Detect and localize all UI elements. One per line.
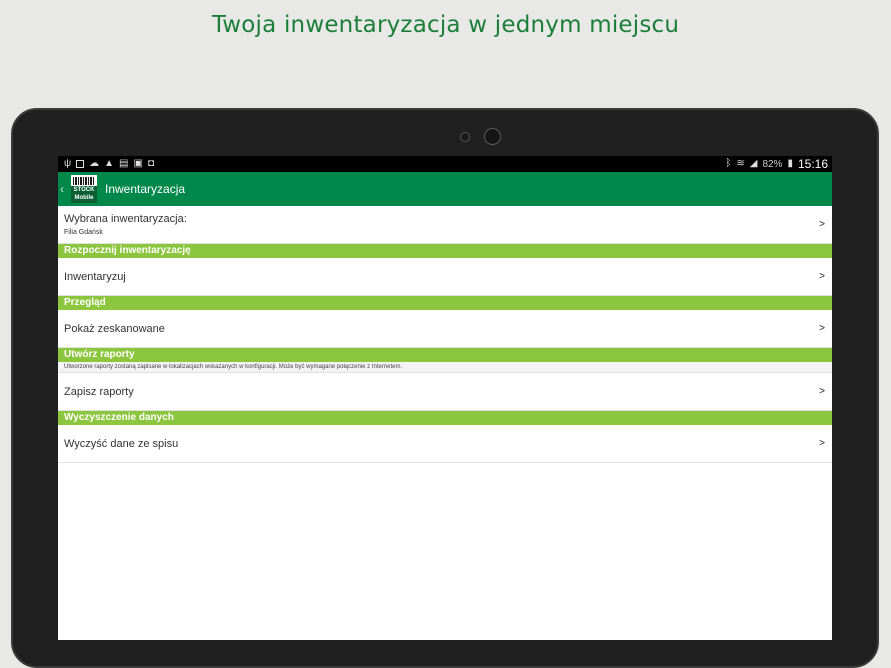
app-bar: ‹ STOCK Mobile Inwentaryzacja: [58, 172, 832, 206]
chevron-right-icon: >: [819, 323, 825, 334]
document-icon: ▤: [119, 158, 129, 169]
page-headline: Twoja inwentaryzacja w jednym miejscu: [211, 12, 680, 38]
section-header-start: Rozpocznij inwentaryzację: [58, 244, 832, 258]
show-scanned-row[interactable]: Pokaż zeskanowane >: [58, 310, 832, 348]
cloud-icon: ☁: [89, 158, 100, 169]
wifi-icon: ≋: [736, 158, 745, 169]
inventory-label: Inwentaryzuj: [64, 270, 126, 283]
section-header-clear: Wyczyszczenie danych: [58, 411, 832, 425]
status-right: ᛒ ≋ ◢ 82% ▮ 15:16: [725, 157, 828, 171]
front-camera-icon: [484, 128, 501, 145]
bluetooth-icon: ᛒ: [725, 158, 732, 169]
clock: 15:16: [797, 157, 828, 171]
sensor-icon: [460, 132, 470, 142]
image-icon: [76, 160, 85, 168]
camera-icon: ◘: [147, 158, 154, 169]
clear-data-label: Wyczyść dane ze spisu: [64, 437, 179, 450]
selected-inventory-value: Filia Gdańsk: [64, 229, 103, 236]
selected-inventory-label: Wybrana inwentaryzacja:: [64, 213, 187, 225]
app-title: Inwentaryzacja: [105, 182, 186, 196]
status-bar: ψ ☁ ▲ ▤ ▣ ◘ ᛒ ≋ ◢ 82% ▮ 15:16: [58, 156, 832, 172]
stock-mobile-logo[interactable]: STOCK Mobile: [71, 175, 97, 203]
logo-top-text: STOCK: [71, 186, 97, 194]
briefcase-icon: ▣: [133, 158, 143, 169]
back-icon[interactable]: ‹: [60, 182, 68, 196]
section-header-reports: Utwórz raporty: [58, 348, 832, 362]
section-header-review: Przegląd: [58, 296, 832, 310]
barcode-icon: [73, 177, 95, 185]
usb-icon: ψ: [64, 158, 72, 169]
save-reports-row[interactable]: Zapisz raporty >: [58, 373, 832, 411]
clear-data-row[interactable]: Wyczyść dane ze spisu >: [58, 425, 832, 463]
selected-inventory-row[interactable]: Wybrana inwentaryzacja: Filia Gdańsk >: [58, 206, 832, 244]
reports-note: Utworzone raporty zostaną zapisane w lok…: [58, 362, 832, 373]
chevron-right-icon: >: [819, 219, 825, 230]
warning-icon: ▲: [104, 158, 115, 169]
chevron-right-icon: >: [819, 271, 825, 282]
battery-level: 82%: [762, 158, 783, 170]
inventory-row[interactable]: Inwentaryzuj >: [58, 258, 832, 296]
show-scanned-label: Pokaż zeskanowane: [64, 322, 165, 335]
save-reports-label: Zapisz raporty: [64, 385, 134, 398]
logo-bottom-text: Mobile: [71, 194, 97, 203]
battery-icon: ▮: [787, 158, 793, 169]
chevron-right-icon: >: [819, 386, 825, 397]
status-left: ψ ☁ ▲ ▤ ▣ ◘: [64, 159, 154, 169]
chevron-right-icon: >: [819, 438, 825, 449]
tablet-screen: ψ ☁ ▲ ▤ ▣ ◘ ᛒ ≋ ◢ 82% ▮ 15:16 ‹ STOCK Mo…: [58, 156, 832, 640]
signal-icon: ◢: [749, 158, 758, 169]
